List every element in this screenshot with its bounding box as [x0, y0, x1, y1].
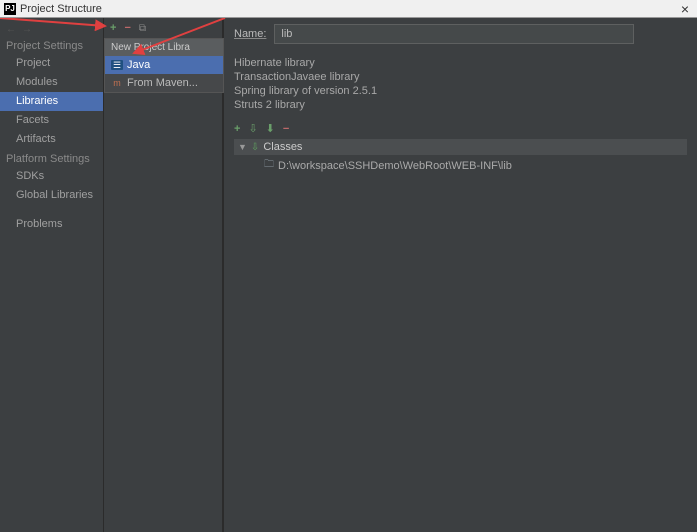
library-item[interactable]: Hibernate library — [234, 56, 687, 70]
back-arrow-icon[interactable]: ← — [6, 24, 16, 35]
library-toolbar: + − ⧉ — [104, 18, 222, 38]
tree-path-label: D:\workspace\SSHDemo\WebRoot\WEB-INF\lib — [278, 160, 512, 172]
nav-section-2: Problems — [0, 215, 103, 234]
mark-icon[interactable]: ⇩ — [248, 122, 257, 135]
sidebar-item-libraries[interactable]: Libraries — [0, 92, 103, 111]
library-detail-panel: Name: Hibernate library TransactionJavae… — [223, 18, 697, 532]
library-item[interactable]: TransactionJavaee library — [234, 70, 687, 84]
tree-root-label: Classes — [263, 141, 302, 153]
sidebar: ← → Project Settings Project Modules Lib… — [0, 18, 103, 532]
tree-root-row[interactable]: ▼ ⇩ Classes — [234, 139, 687, 155]
mark2-icon[interactable]: ⬇ — [266, 122, 275, 135]
java-icon: ☰ — [111, 60, 123, 70]
add-icon[interactable]: + — [234, 123, 240, 135]
section-header: Project Settings — [0, 36, 103, 54]
sidebar-item-problems[interactable]: Problems — [0, 215, 103, 234]
close-icon[interactable]: × — [677, 1, 693, 17]
sidebar-item-sdks[interactable]: SDKs — [0, 167, 103, 186]
maven-icon: m — [111, 78, 123, 88]
library-item[interactable]: Struts 2 library — [234, 98, 687, 112]
window-title: Project Structure — [20, 3, 677, 15]
classes-icon: ⇩ — [251, 142, 259, 153]
nav-section-0: Project Settings Project Modules Librari… — [0, 36, 103, 149]
popup-header: New Project Libra — [105, 39, 223, 56]
nav-section-1: Platform Settings SDKs Global Libraries — [0, 149, 103, 205]
remove-icon[interactable]: − — [283, 123, 289, 135]
popup-item-label: From Maven... — [127, 77, 198, 89]
library-list-column: + − ⧉ New Project Libra ☰ Java m From Ma… — [103, 18, 223, 532]
popup-item-java[interactable]: ☰ Java — [105, 56, 223, 74]
copy-icon[interactable]: ⧉ — [139, 23, 146, 34]
name-input[interactable] — [274, 24, 634, 44]
sidebar-item-global-libraries[interactable]: Global Libraries — [0, 186, 103, 205]
popup-item-label: Java — [127, 59, 150, 71]
name-label: Name: — [234, 28, 266, 40]
library-list: Hibernate library TransactionJavaee libr… — [234, 56, 687, 112]
sidebar-item-artifacts[interactable]: Artifacts — [0, 130, 103, 149]
new-library-popup: New Project Libra ☰ Java m From Maven... — [104, 38, 224, 93]
tree-toolbar: + ⇩ ⬇ − — [234, 122, 687, 135]
sidebar-item-modules[interactable]: Modules — [0, 73, 103, 92]
app-icon: PJ — [4, 3, 16, 15]
remove-icon[interactable]: − — [124, 22, 130, 34]
tree-child-row[interactable]: 🗀 D:\workspace\SSHDemo\WebRoot\WEB-INF\l… — [234, 155, 687, 176]
expand-arrow-icon[interactable]: ▼ — [238, 142, 247, 152]
library-item[interactable]: Spring library of version 2.5.1 — [234, 84, 687, 98]
add-icon[interactable]: + — [110, 22, 116, 34]
forward-arrow-icon[interactable]: → — [22, 24, 32, 35]
folder-icon: 🗀 — [264, 157, 274, 174]
sidebar-item-project[interactable]: Project — [0, 54, 103, 73]
section-header: Platform Settings — [0, 149, 103, 167]
sidebar-item-facets[interactable]: Facets — [0, 111, 103, 130]
popup-item-maven[interactable]: m From Maven... — [105, 74, 223, 92]
